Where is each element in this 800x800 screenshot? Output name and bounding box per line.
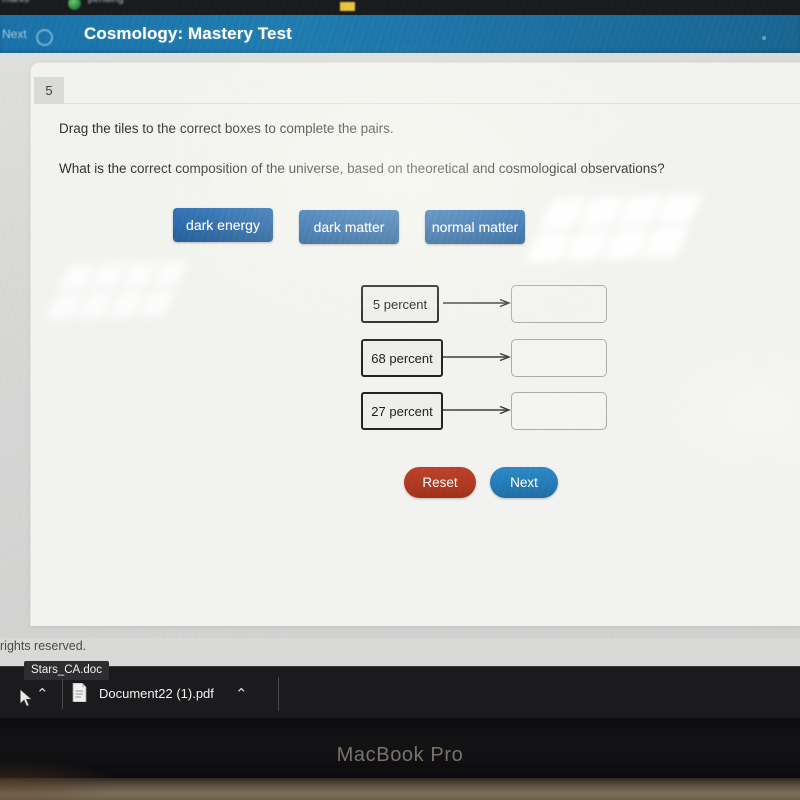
arrow-icon xyxy=(443,299,515,307)
drag-tile-dark-energy[interactable]: dark energy xyxy=(173,208,273,242)
laptop-screen: marks pending Next Cosmology: Mastery Te… xyxy=(0,0,800,718)
drag-tile-dark-matter[interactable]: dark matter xyxy=(299,210,399,244)
laptop-deck-edge xyxy=(0,778,800,800)
deck-shadow xyxy=(0,760,120,800)
browser-chrome-strip[interactable]: marks pending xyxy=(0,0,800,15)
drop-box-68-percent[interactable] xyxy=(511,339,607,377)
chevron-up-icon[interactable]: ⌃ xyxy=(36,685,49,703)
drop-box-27-percent[interactable] xyxy=(511,392,607,430)
laptop-bezel: marks pending Next Cosmology: Mastery Te… xyxy=(0,0,800,800)
taskbar-divider xyxy=(278,677,279,711)
drop-box-5-percent[interactable] xyxy=(511,285,607,323)
tab-label[interactable]: pending xyxy=(88,0,124,5)
pair-label-5-percent: 5 percent xyxy=(361,285,439,323)
mouse-cursor-icon xyxy=(19,687,34,713)
footer-copyright: rights reserved. xyxy=(0,639,87,653)
download-item-filename[interactable]: Document22 (1).pdf xyxy=(99,686,214,701)
reset-button[interactable]: Reset xyxy=(404,467,476,498)
question-prompt-text: What is the correct composition of the u… xyxy=(59,161,665,176)
taskbar-divider xyxy=(62,679,63,709)
yellow-highlight-icon xyxy=(340,2,355,11)
header-back-link[interactable]: Next xyxy=(2,27,27,41)
header-right-dot-icon xyxy=(762,36,766,40)
app-header-bar: Next Cosmology: Mastery Test xyxy=(0,15,800,53)
pair-label-27-percent: 27 percent xyxy=(361,392,443,430)
drag-tile-normal-matter[interactable]: normal matter xyxy=(425,210,525,244)
question-card: 5 Drag the tiles to the correct boxes to… xyxy=(30,62,800,626)
green-circle-icon xyxy=(68,0,81,10)
arrow-icon xyxy=(443,406,515,414)
page-title: Cosmology: Mastery Test xyxy=(84,24,292,43)
next-button[interactable]: Next xyxy=(490,467,558,498)
bookmark-label[interactable]: marks xyxy=(2,0,29,5)
download-taskbar: Stars_CA.doc ⌃ Document22 (1).pdf ⌃ xyxy=(0,661,800,718)
download-tooltip: Stars_CA.doc xyxy=(24,661,109,680)
instruction-text: Drag the tiles to the correct boxes to c… xyxy=(59,121,394,136)
pair-label-68-percent: 68 percent xyxy=(361,339,443,377)
download-menu-chevron-icon[interactable]: ⌃ xyxy=(235,685,248,703)
question-number-badge: 5 xyxy=(34,77,64,104)
clock-icon[interactable] xyxy=(36,29,53,46)
arrow-icon xyxy=(443,353,515,361)
device-brand-label: MacBook Pro xyxy=(336,744,464,766)
header-divider xyxy=(64,103,800,104)
pdf-file-icon xyxy=(72,682,87,703)
screenshot-root: marks pending Next Cosmology: Mastery Te… xyxy=(0,0,800,800)
